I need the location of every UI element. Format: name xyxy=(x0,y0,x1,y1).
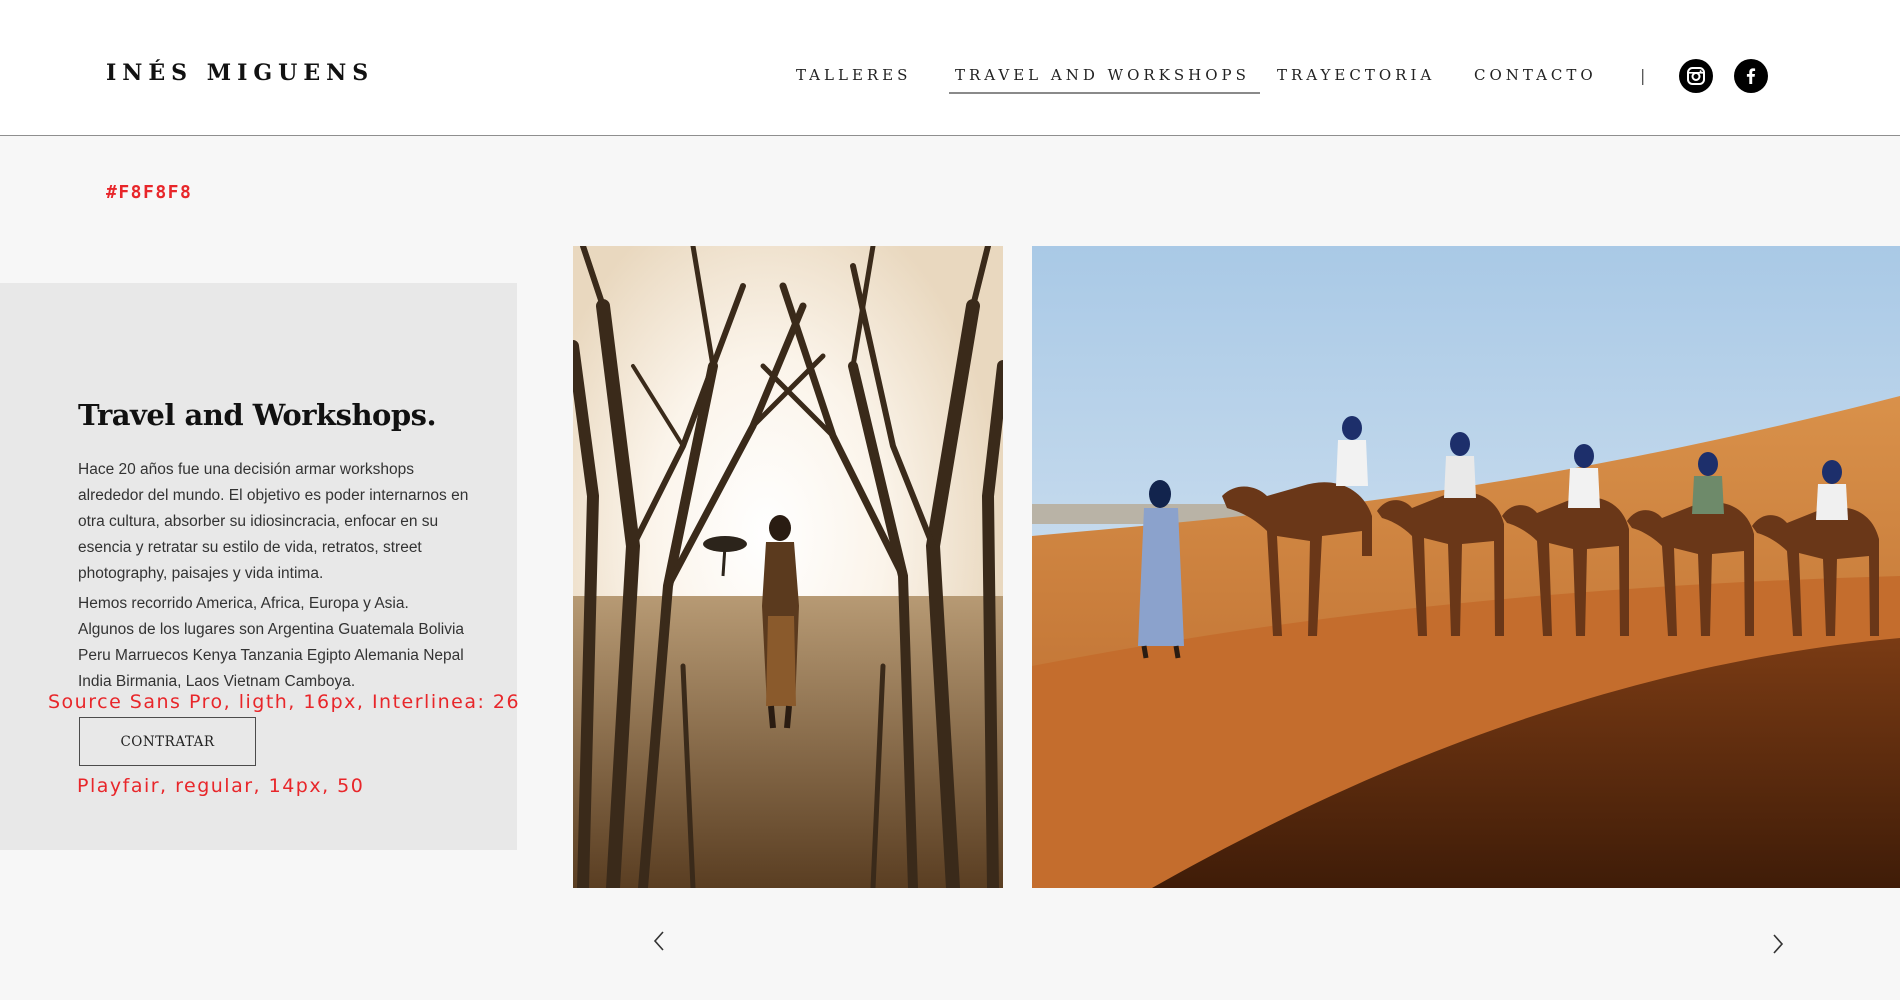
chevron-right-icon[interactable] xyxy=(1763,929,1793,959)
paragraph-places: Algunos de los lugares son Argentina Gua… xyxy=(78,621,465,690)
annotation-background-hex: #F8F8F8 xyxy=(106,182,193,203)
nav-item-travel-and-workshops[interactable]: TRAVEL AND WORKSHOPS xyxy=(949,66,1260,94)
site-header: INÉS MIGUENS TALLERES TRAVEL AND WORKSHO… xyxy=(0,0,1900,136)
paragraph-intro: Hace 20 años fue una decisión armar work… xyxy=(78,461,469,582)
gallery-photo-gate[interactable] xyxy=(573,246,1003,888)
paragraph-continents: Hemos recorrido America, Africa, Europa … xyxy=(78,595,409,612)
panel-body: Hace 20 años fue una decisión armar work… xyxy=(78,457,473,695)
annotation-button-font: Playfair, regular, 14px, 50 xyxy=(77,775,365,797)
gallery-photo-caravan[interactable] xyxy=(1032,246,1900,888)
nav-item-talleres[interactable]: TALLERES xyxy=(796,66,911,84)
nav-item-contacto[interactable]: CONTACTO xyxy=(1474,66,1597,84)
chevron-left-icon[interactable] xyxy=(644,926,674,956)
nav-separator: | xyxy=(1640,66,1646,85)
contratar-button[interactable]: CONTRATAR xyxy=(79,717,256,766)
site-logo[interactable]: INÉS MIGUENS xyxy=(106,60,374,86)
annotation-body-font: Source Sans Pro, ligth, 16px, Interlinea… xyxy=(48,691,521,713)
intro-panel: Travel and Workshops. Hace 20 años fue u… xyxy=(0,283,517,850)
instagram-icon[interactable] xyxy=(1679,59,1713,93)
page-title: Travel and Workshops. xyxy=(78,398,437,432)
nav-item-trayectoria[interactable]: TRAYECTORIA xyxy=(1277,66,1435,84)
facebook-icon[interactable] xyxy=(1734,59,1768,93)
